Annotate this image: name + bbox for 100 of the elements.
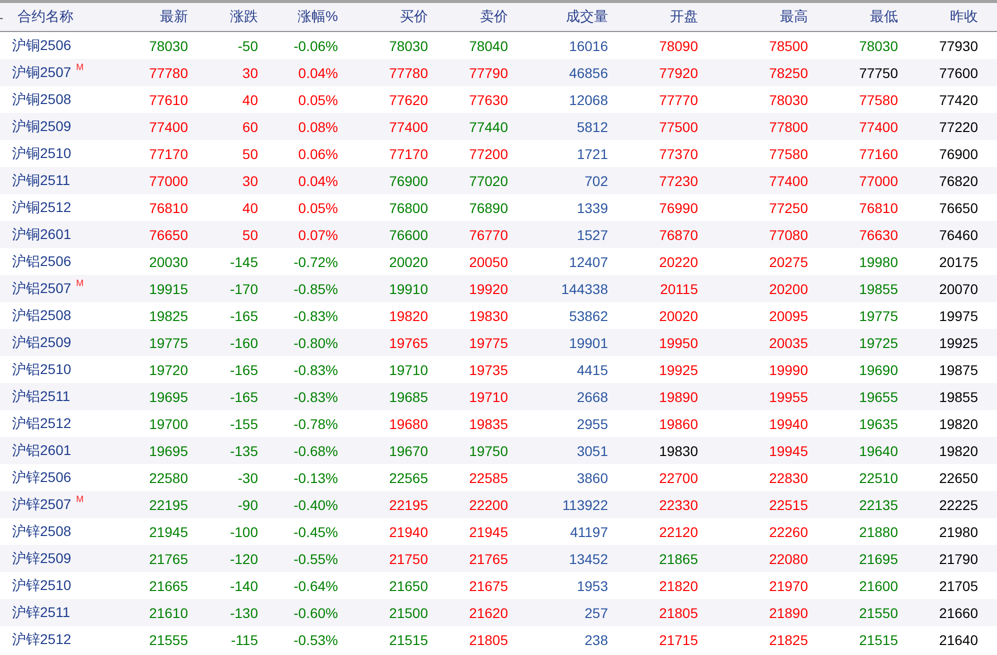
table-cell: 702 (584, 172, 608, 188)
table-cell: 144338 (561, 280, 608, 296)
table-cell: 77790 (469, 64, 508, 80)
table-cell: 19735 (469, 362, 508, 378)
column-header[interactable]: 最高 (780, 8, 808, 26)
quote-row[interactable]: 沪铝2507 M 19915 -170 -0.85% 19910 19920 144338 20115 20200 19855 20070 (0, 275, 997, 302)
table-cell: 20220 (659, 254, 698, 270)
table-cell: 19710 (469, 388, 508, 404)
table-cell: 19940 (769, 416, 808, 432)
table-cell: 19820 (939, 416, 978, 432)
column-header[interactable]: 最新 (160, 8, 188, 26)
table-cell: 76460 (939, 226, 978, 242)
table-cell: 19925 (939, 334, 978, 350)
table-cell: 21865 (659, 550, 698, 566)
contract-name: 沪锌2508 (12, 522, 72, 540)
contract-name: 沪锌2511 (12, 604, 70, 622)
table-cell: 0.04% (298, 64, 338, 80)
contract-name: 沪铜2510 (12, 144, 72, 162)
table-cell: 22330 (659, 496, 698, 512)
table-cell: 22585 (469, 470, 508, 486)
table-cell: 19775 (469, 334, 508, 350)
column-header[interactable]: 买价 (400, 8, 428, 26)
table-cell: 19901 (569, 334, 608, 350)
table-cell: 30 (242, 64, 258, 80)
column-header[interactable]: 涨跌 (230, 8, 258, 26)
table-cell: 19775 (149, 334, 188, 350)
table-cell: 19655 (859, 388, 898, 404)
table-cell: -0.80% (294, 334, 338, 350)
quote-row[interactable]: 沪铝2511 19695 -165 -0.83% 19685 19710 2668 19890 19955 19655 19855 (0, 383, 997, 410)
table-cell: 19700 (149, 416, 188, 432)
table-cell: 19670 (389, 442, 428, 458)
table-cell: 21945 (149, 524, 188, 540)
table-cell: 77400 (859, 118, 898, 134)
contract-name: 沪铝2506 (12, 252, 72, 270)
table-cell: -0.64% (294, 578, 338, 594)
table-cell: -130 (230, 604, 258, 620)
table-cell: 77800 (769, 118, 808, 134)
table-cell: -0.68% (294, 442, 338, 458)
table-cell: -0.45% (294, 524, 338, 540)
table-cell: -115 (231, 632, 258, 648)
table-cell: -0.83% (294, 308, 338, 324)
table-cell: 19980 (859, 254, 898, 270)
table-cell: 20275 (769, 254, 808, 270)
table-cell: -120 (230, 550, 258, 566)
quote-row[interactable]: 沪铜2601 76650 50 0.07% 76600 76770 1527 76870 77080 76630 76460 (0, 221, 997, 248)
table-cell: 21620 (469, 604, 508, 620)
table-cell: 22200 (469, 496, 508, 512)
table-cell: -0.60% (294, 604, 338, 620)
contract-name: 沪铜2601 (12, 226, 72, 244)
quote-row[interactable]: 沪锌2511 21610 -130 -0.60% 21500 21620 257 21805 21890 21550 21660 (0, 599, 997, 626)
table-cell: 77170 (149, 146, 188, 162)
contract-name: 沪铜2512 (12, 198, 72, 216)
quote-row[interactable]: 沪锌2507 M 22195 -90 -0.40% 22195 22200 113922 22330 22515 22135 22225 (0, 491, 997, 518)
table-cell: 21790 (939, 550, 978, 566)
column-header[interactable]: 合约名称 (17, 8, 74, 26)
table-cell: 50 (242, 226, 258, 242)
column-header[interactable]: 开盘 (670, 8, 698, 26)
table-cell: 22135 (859, 496, 898, 512)
table-cell: 77200 (469, 146, 508, 162)
quote-row[interactable]: 沪铜2507 M 77780 30 0.04% 77780 77790 46856 77920 78250 77750 77600 (0, 59, 997, 86)
table-cell: 76630 (859, 226, 898, 242)
contract-name: 沪铜2506 (12, 36, 72, 54)
quote-row[interactable]: 沪铝2509 19775 -160 -0.80% 19765 19775 19901 19950 20035 19725 19925 (0, 329, 997, 356)
table-cell: 76870 (659, 226, 698, 242)
quote-row[interactable]: 沪铜2509 77400 60 0.08% 77400 77440 5812 77500 77800 77400 77220 (0, 113, 997, 140)
table-cell: 19915 (149, 280, 188, 296)
table-cell: 22830 (769, 470, 808, 486)
table-cell: 76990 (659, 200, 698, 216)
table-cell: -0.06% (294, 38, 338, 54)
contract-name: 沪铝2601 (12, 442, 72, 460)
table-cell: 78030 (859, 38, 898, 54)
contract-name: 沪锌2510 (12, 576, 72, 594)
quote-row[interactable]: 沪铝2601 19695 -135 -0.68% 19670 19750 3051 19830 19945 19640 19820 (0, 437, 997, 464)
table-cell: 77630 (469, 92, 508, 108)
column-header[interactable]: 卖价 (480, 8, 508, 26)
table-cell: 21695 (859, 550, 898, 566)
column-header[interactable]: 涨幅% (298, 8, 338, 26)
table-cell: 19835 (469, 416, 508, 432)
quote-row[interactable]: 沪锌2509 21765 -120 -0.55% 21750 21765 13452 21865 22080 21695 21790 (0, 545, 997, 572)
table-cell: 19990 (769, 362, 808, 378)
column-header[interactable]: 最低 (870, 8, 898, 26)
table-cell: -0.83% (294, 388, 338, 404)
table-cell: 21805 (469, 632, 508, 648)
column-header[interactable]: 昨收 (950, 8, 978, 26)
table-cell: 77600 (939, 64, 978, 80)
contract-name: 沪铜2508 (12, 90, 72, 108)
table-cell: -170 (230, 280, 258, 296)
contract-name: 沪锌2512 (12, 630, 72, 648)
contract-name: 沪铝2512 (12, 414, 72, 432)
table-cell: 22120 (659, 524, 698, 540)
table-cell: -0.13% (294, 470, 338, 486)
contract-name: 沪铝2510 (12, 360, 72, 378)
table-cell: -30 (238, 470, 258, 486)
quote-row[interactable]: 沪铜2511 77000 30 0.04% 76900 77020 702 77230 77400 77000 76820 (0, 167, 997, 194)
column-header[interactable]: 成交量 (566, 8, 608, 26)
table-cell: 77440 (469, 118, 508, 134)
contract-name: 沪铝2507 (12, 280, 72, 298)
table-cell: -0.78% (294, 416, 338, 432)
table-cell: 2955 (576, 416, 608, 432)
table-cell: -0.55% (294, 550, 338, 566)
